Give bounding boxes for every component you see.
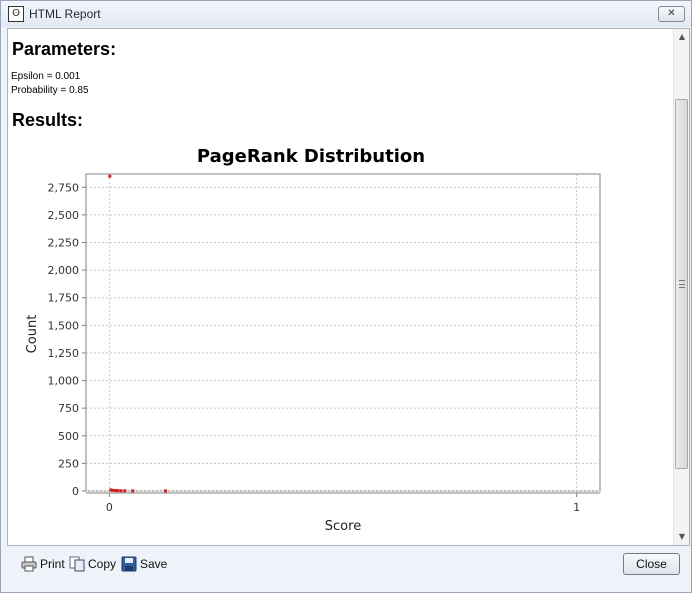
y-tick-label: 1,000 [48,375,80,388]
x-axis-label: Score [325,519,361,534]
parameters-heading: Parameters: [12,39,117,59]
parameter-epsilon: Epsilon = 0.001 [11,71,81,82]
y-tick-label: 2,750 [48,181,80,194]
parameter-probability: Probability = 0.85 [11,85,89,96]
window-title: HTML Report [29,7,101,21]
x-tick-label: 0 [106,501,113,514]
y-tick-label: 2,500 [48,209,80,222]
report-content: Parameters: Epsilon = 0.001 Probability … [7,28,690,546]
print-button[interactable]: Print [21,554,65,574]
y-tick-label: 2,250 [48,236,80,249]
data-point [163,489,167,493]
data-point [131,489,135,493]
chart-title: PageRank Distribution [197,146,425,167]
report-window: ʘ HTML Report ✕ Parameters: Epsilon = 0.… [0,0,692,593]
results-heading: Results: [12,110,84,130]
close-button[interactable]: Close [623,553,680,575]
grip-icon [679,280,685,288]
y-tick-label: 250 [58,457,79,470]
y-tick-label: 1,750 [48,292,80,305]
data-point [116,489,120,493]
y-tick-label: 1,250 [48,347,80,360]
data-point [123,489,127,493]
data-point [108,174,112,178]
app-icon: ʘ [8,6,24,22]
save-label: Save [140,557,168,571]
title-bar[interactable]: ʘ HTML Report ✕ [1,1,691,27]
window-close-button[interactable]: ✕ [658,6,685,22]
y-tick-label: 0 [72,485,79,498]
copy-button[interactable]: Copy [69,554,116,574]
y-axis-label: Count [25,315,40,354]
scroll-up-arrow-icon[interactable]: ▲ [676,31,688,43]
copy-icon [69,556,85,572]
scroll-down-arrow-icon[interactable]: ▼ [676,531,688,543]
save-button[interactable]: Save [121,554,167,574]
pagerank-chart: PageRank Distribution 0 250 500 750 1,000 1,2… [25,146,601,534]
y-tick-label: 750 [58,402,79,415]
data-point [119,489,123,493]
print-label: Print [40,557,65,571]
plot-area [85,173,601,492]
y-tick-label: 2,000 [48,264,80,277]
y-tick-label: 1,500 [48,319,80,332]
printer-icon [21,556,37,572]
y-tick-label: 500 [58,430,79,443]
x-tick-label: 1 [573,501,580,514]
floppy-disk-icon [121,556,137,572]
copy-label: Copy [88,557,117,571]
scroll-thumb[interactable] [675,99,688,469]
vertical-scrollbar[interactable]: ▲ ▼ [673,29,689,545]
